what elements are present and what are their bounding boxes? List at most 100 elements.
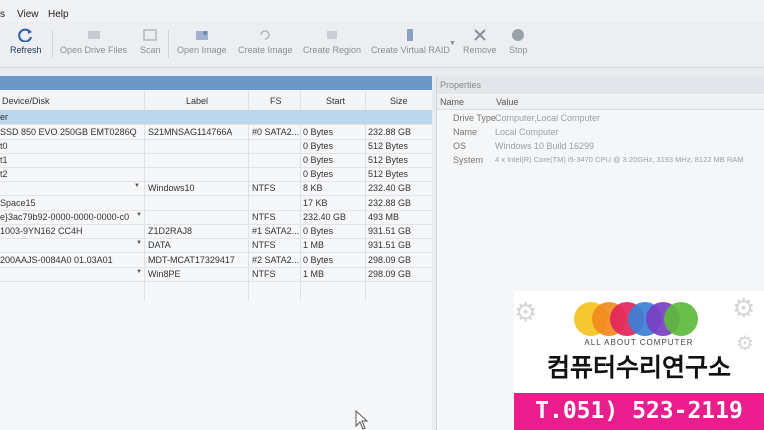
chevron-down-icon[interactable]: ▼ (134, 183, 140, 189)
refresh-label: Refresh (10, 45, 42, 55)
cell-start: 1 MB (303, 240, 325, 250)
cell-start: 17 KB (303, 198, 328, 208)
create-image-label: Create Image (238, 45, 293, 55)
property-name: OS (453, 141, 467, 151)
create-virtual-raid-button[interactable]: Create Virtual RAID (371, 28, 450, 55)
property-name: System (453, 155, 484, 165)
cell-size: 232.40 GB (368, 183, 412, 193)
drive-row[interactable]: 1003-9YN162 CC4H Z1D2RAJ8 #1 SATA2... 0 … (0, 224, 432, 239)
chevron-down-icon[interactable]: ▼ (136, 212, 142, 218)
cell-size: 931.51 GB (368, 226, 412, 236)
properties-column-header: Name Value (437, 95, 764, 110)
cell-fs: NTFS (252, 212, 276, 222)
stop-button[interactable]: Stop (509, 28, 528, 55)
drive-row[interactable]: ▼ Win8PE NTFS 1 MB 298.09 GB (0, 267, 432, 282)
property-row[interactable]: OS Windows 10 Build 16299 (437, 140, 764, 153)
cell-start: 0 Bytes (303, 127, 334, 137)
drives-panel-title-bar (0, 76, 432, 90)
menu-item-file[interactable]: s (0, 9, 5, 20)
gear-icon: ⚙ (732, 293, 756, 323)
drives-panel: Device/Disk Label FS Start Size er SSD 8… (0, 76, 432, 430)
drive-row[interactable]: er (0, 110, 432, 125)
chevron-down-icon[interactable]: ▼ (136, 240, 142, 246)
cell-device: e}3ac79b92-0000-0000-0000-c0 (0, 212, 130, 222)
shop-name: 컴퓨터수리연구소 (546, 354, 731, 382)
column-fs[interactable]: FS (270, 96, 282, 106)
logo-circle (664, 302, 698, 336)
create-region-icon (327, 31, 338, 39)
column-start[interactable]: Start (326, 96, 345, 106)
scan-button[interactable]: Scan (140, 28, 161, 55)
scan-label: Scan (140, 45, 161, 55)
column-value[interactable]: Value (496, 97, 518, 107)
cell-start: 0 Bytes (303, 169, 334, 179)
drive-row[interactable]: 200AAJS-0084A0 01.03A01 MDT-MCAT17329417… (0, 253, 432, 268)
stop-icon (512, 29, 525, 41)
cell-size: 512 Bytes (368, 155, 409, 165)
cell-start: 0 Bytes (303, 226, 334, 236)
cell-label: MDT-MCAT17329417 (148, 255, 235, 265)
property-value: 4 x Intel(R) Core(TM) i5-3470 CPU @ 3.20… (495, 155, 744, 164)
refresh-button[interactable]: Refresh (10, 28, 42, 55)
property-value: Windows 10 Build 16299 (495, 141, 595, 151)
drive-row[interactable]: t2 0 Bytes 512 Bytes (0, 167, 432, 182)
create-image-icon (260, 30, 271, 40)
drive-row[interactable]: Space15 17 KB 232.88 GB (0, 196, 432, 211)
property-row[interactable]: Drive Type Computer,Local Computer (437, 112, 764, 125)
cell-start: 1 MB (303, 269, 325, 279)
cell-device: 1003-9YN162 CC4H (0, 226, 83, 236)
property-name: Name (453, 127, 478, 137)
properties-title-bar: Properties (437, 76, 764, 94)
open-image-icon (195, 31, 208, 40)
column-label[interactable]: Label (186, 96, 208, 106)
property-row[interactable]: System 4 x Intel(R) Core(TM) i5-3470 CPU… (437, 154, 764, 167)
cell-size: 298.09 GB (368, 255, 412, 265)
scan-icon (143, 29, 157, 41)
virtual-raid-dropdown-arrow[interactable]: ▼ (449, 40, 456, 47)
remove-label: Remove (463, 45, 497, 55)
create-image-button[interactable]: Create Image (238, 28, 293, 55)
cell-fs: #2 SATA2... (252, 255, 300, 265)
drive-row[interactable]: SSD 850 EVO 250GB EMT0286Q S21MNSAG11476… (0, 125, 432, 140)
property-row[interactable]: Name Local Computer (437, 126, 764, 139)
drive-row[interactable]: e}3ac79b92-0000-0000-0000-c0 ▼ NTFS 232.… (0, 210, 432, 225)
cell-size: 493 MB (368, 212, 400, 222)
cell-fs: NTFS (252, 269, 276, 279)
chevron-down-icon[interactable]: ▼ (136, 269, 142, 275)
property-name: Drive Type (453, 113, 496, 123)
menu-bar: s View Help (0, 0, 764, 22)
menu-item-view[interactable]: View (17, 9, 39, 20)
cell-fs: #0 SATA2... (252, 127, 300, 137)
create-virtual-raid-label: Create Virtual RAID (371, 45, 450, 55)
cell-label: Z1D2RAJ8 (148, 226, 193, 236)
cell-size: 232.88 GB (368, 198, 412, 208)
drive-row[interactable]: t0 0 Bytes 512 Bytes (0, 139, 432, 154)
drive-row[interactable]: ▼ Windows10 NTFS 8 KB 232.40 GB (0, 181, 432, 196)
open-drive-files-button[interactable]: Open Drive Files (60, 28, 127, 55)
cell-device: SSD 850 EVO 250GB EMT0286Q (0, 127, 137, 137)
drives-column-header: Device/Disk Label FS Start Size (0, 91, 432, 111)
cell-start: 0 Bytes (303, 155, 334, 165)
cell-start: 0 Bytes (303, 255, 334, 265)
column-size[interactable]: Size (390, 96, 408, 106)
gear-icon: ⚙ (514, 297, 538, 327)
remove-button[interactable]: Remove (463, 28, 497, 55)
menu-item-help[interactable]: Help (48, 9, 69, 20)
logo-circles (574, 302, 698, 338)
cell-fs: NTFS (252, 240, 276, 250)
drive-row[interactable]: t1 0 Bytes 512 Bytes (0, 153, 432, 168)
cell-device: t2 (0, 169, 8, 179)
property-value: Local Computer (495, 127, 559, 137)
create-region-button[interactable]: Create Region (303, 28, 361, 55)
column-name[interactable]: Name (440, 97, 464, 107)
phone-number: T.051) 523-2119 (514, 393, 764, 430)
cell-label: Win8PE (148, 269, 181, 279)
open-image-label: Open Image (177, 45, 227, 55)
open-image-button[interactable]: Open Image (177, 28, 227, 55)
column-device[interactable]: Device/Disk (2, 96, 50, 106)
cell-label: Windows10 (148, 183, 195, 193)
refresh-icon (17, 28, 32, 42)
remove-icon (474, 29, 486, 41)
drive-row[interactable]: ▼ DATA NTFS 1 MB 931.51 GB (0, 238, 432, 253)
cell-start: 0 Bytes (303, 141, 334, 151)
